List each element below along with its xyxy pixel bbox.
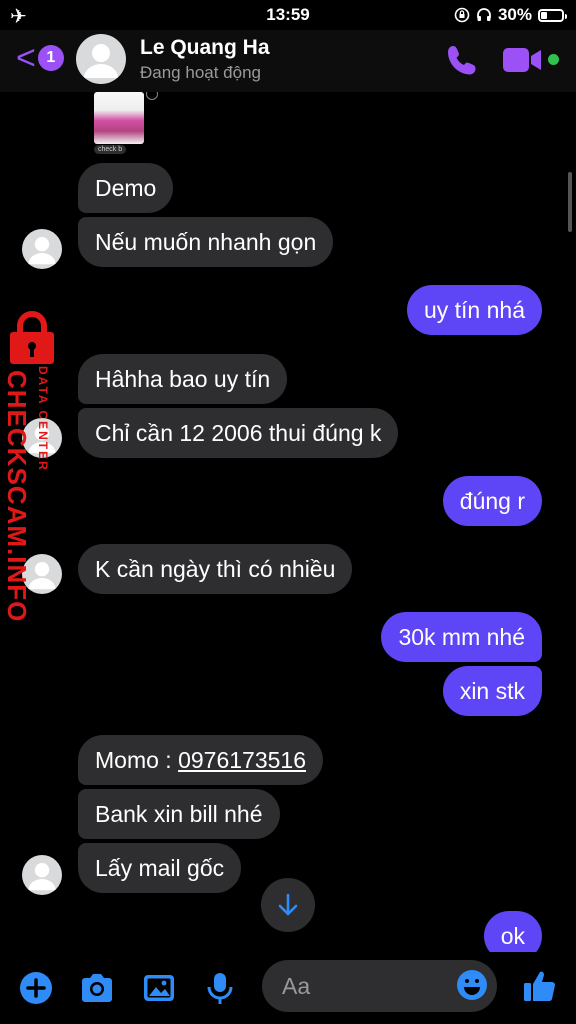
message-bubble-outgoing[interactable]: đúng r xyxy=(442,476,542,526)
message-input-placeholder: Aa xyxy=(282,973,311,999)
reaction-icon xyxy=(146,92,158,100)
plus-icon[interactable] xyxy=(18,970,54,1006)
unread-badge: 1 xyxy=(37,45,64,71)
contact-avatar-small xyxy=(22,855,62,895)
rotation-lock-icon xyxy=(454,7,470,23)
message-list[interactable]: check b Demo Nếu muốn nhanh gọn uy tín n… xyxy=(0,92,576,952)
video-icon[interactable] xyxy=(502,46,542,74)
message-input[interactable]: Aa xyxy=(262,960,497,1012)
microphone-icon[interactable] xyxy=(202,970,238,1006)
attachment-caption: check b xyxy=(80,145,127,154)
camera-icon[interactable] xyxy=(79,970,115,1006)
lock-icon xyxy=(10,311,54,364)
message-bubble[interactable]: Bank xin bill nhé xyxy=(78,789,280,839)
presence-status: Đang hoạt động xyxy=(140,63,261,82)
battery-percent: 30% xyxy=(497,5,532,24)
scroll-to-bottom-button[interactable] xyxy=(261,878,315,932)
back-chevron-icon: < xyxy=(16,39,36,77)
emoji-icon[interactable] xyxy=(455,968,489,1002)
message-bubble[interactable]: Lấy mail gốc xyxy=(78,843,242,893)
message-bubble[interactable]: K cần ngày thì có nhiều xyxy=(78,544,353,594)
phone-icon[interactable] xyxy=(444,42,480,78)
message-bubble-outgoing[interactable]: 30k mm nhé xyxy=(381,612,542,662)
message-bubble[interactable]: Demo xyxy=(78,163,174,213)
chat-header: < 1 Le Quang Ha Đang hoạt động xyxy=(0,30,576,92)
composer-bar: Aa xyxy=(0,952,576,1024)
like-icon[interactable] xyxy=(522,968,558,1004)
status-bar: ✈ 13:59 30% xyxy=(0,0,576,30)
online-indicator xyxy=(548,54,559,65)
avatar-placeholder-icon xyxy=(84,44,118,78)
battery-icon xyxy=(538,8,567,22)
message-bubble-outgoing[interactable]: uy tín nhá xyxy=(406,285,542,335)
message-bubble-outgoing[interactable]: xin stk xyxy=(442,666,542,716)
shared-image-thumbnail[interactable] xyxy=(94,92,144,144)
watermark: CHECKSCAM.INFO DATA CENTER xyxy=(0,300,64,623)
message-bubble[interactable]: Momo : 0976173516 xyxy=(78,735,323,785)
status-right: 30% xyxy=(454,5,567,25)
arrow-down-icon xyxy=(278,893,298,916)
message-text: Momo : xyxy=(95,747,179,773)
message-bubble-outgoing[interactable]: ok xyxy=(483,911,542,952)
contact-avatar[interactable] xyxy=(76,34,126,84)
headphones-icon xyxy=(477,8,491,21)
scrollbar[interactable] xyxy=(568,172,572,232)
message-bubble[interactable]: Chỉ cần 12 2006 thui đúng k xyxy=(78,408,399,458)
message-bubble[interactable]: Nếu muốn nhanh gọn xyxy=(78,217,334,267)
back-button[interactable]: < 1 xyxy=(16,39,64,77)
contact-name[interactable]: Le Quang Ha xyxy=(140,36,270,60)
watermark-tagline: DATA CENTER xyxy=(36,366,50,472)
battery-level xyxy=(541,11,547,19)
gallery-icon[interactable] xyxy=(141,970,177,1006)
contact-avatar-small xyxy=(22,229,62,269)
watermark-brand: CHECKSCAM.INFO xyxy=(2,370,32,623)
message-bubble[interactable]: Hâhha bao uy tín xyxy=(78,354,288,404)
phone-number-link[interactable]: 0976173516 xyxy=(178,747,306,773)
